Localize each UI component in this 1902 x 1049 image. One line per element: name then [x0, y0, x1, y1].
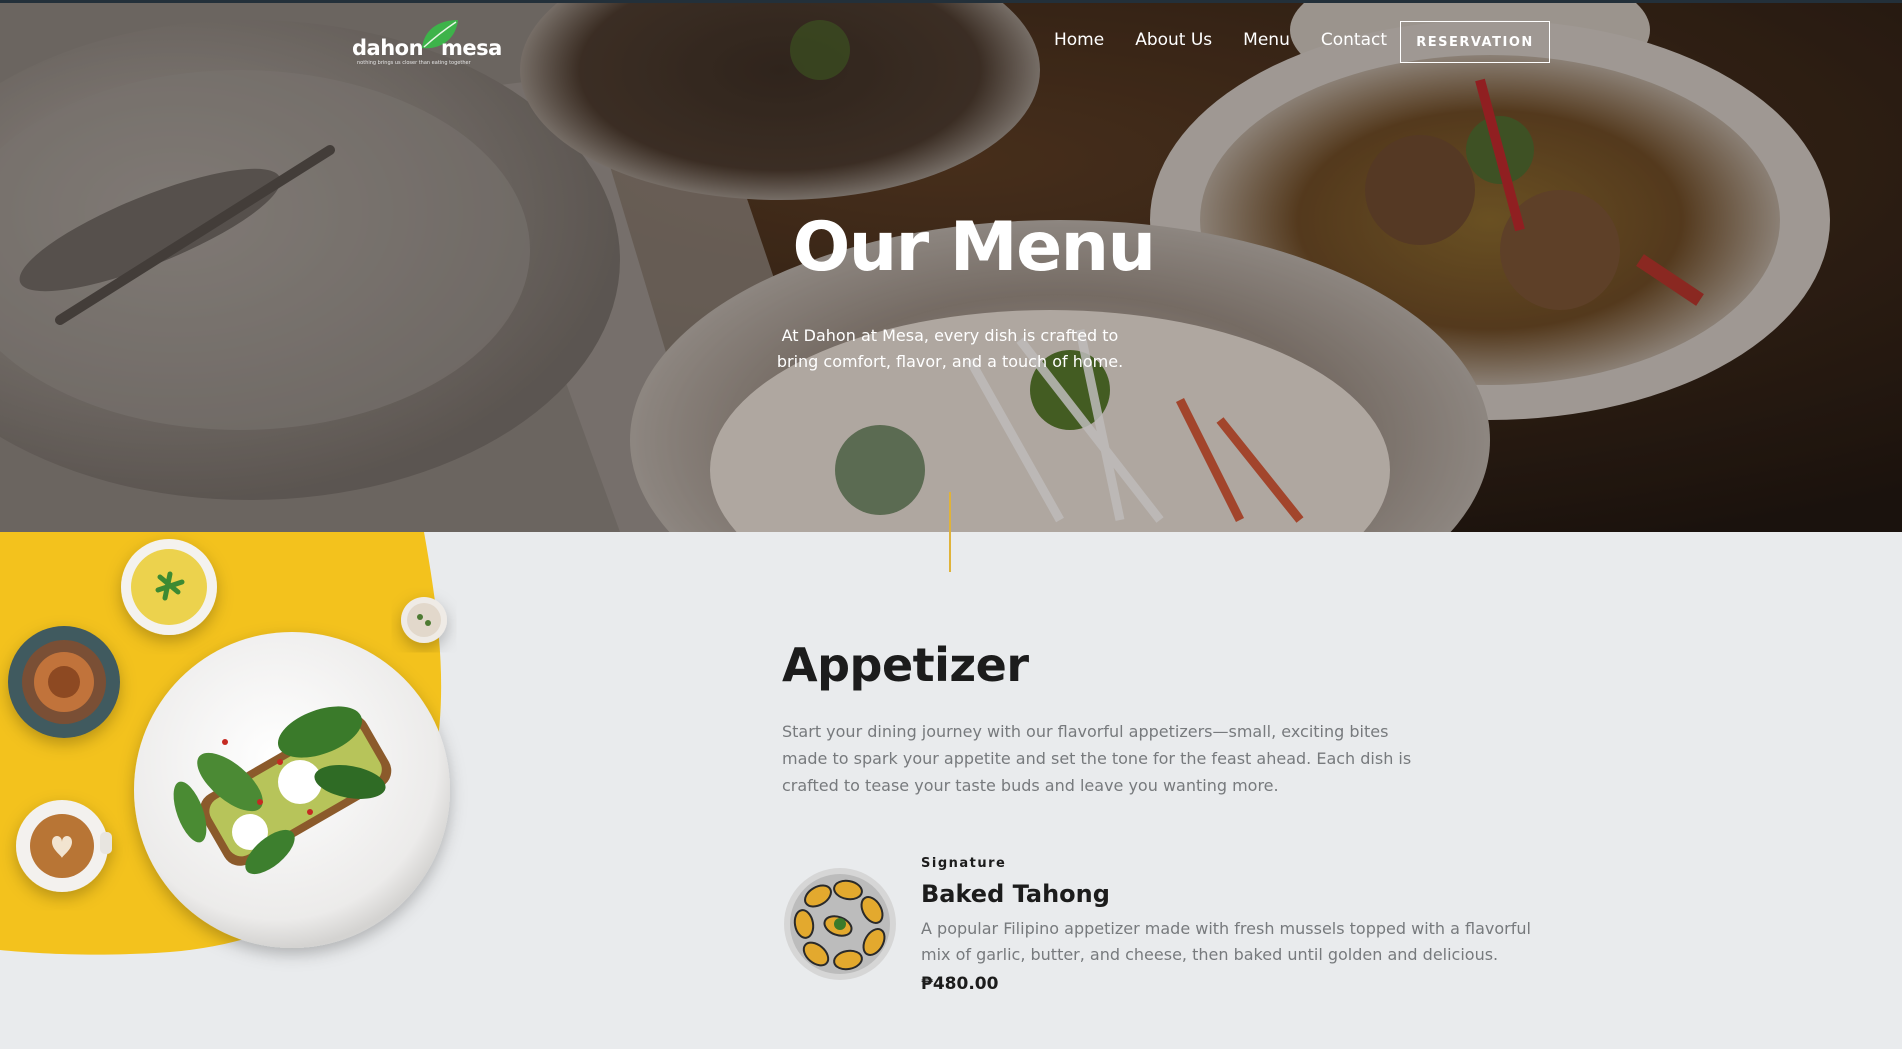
brand-logo[interactable]: dahon mesa nothing brings us closer than …	[352, 18, 502, 68]
logo-wordmark: dahon mesa	[352, 36, 502, 60]
food-decor-graphic	[0, 532, 450, 955]
dish-image	[784, 868, 896, 980]
logo-word-dahon: dahon	[352, 36, 424, 60]
menu-item[interactable]: Signature Baked Tahong A popular Filipin…	[782, 856, 1562, 1006]
main-nav: Home About Us Menu Contact	[1054, 30, 1418, 50]
nav-home[interactable]: Home	[1054, 30, 1104, 50]
logo-word-mesa: mesa	[441, 36, 502, 60]
section-description: Start your dining journey with our flavo…	[782, 722, 1412, 795]
dish-description: A popular Filipino appetizer made with f…	[921, 919, 1531, 964]
section-title: Appetizer	[782, 638, 1029, 692]
hero-banner: dahon mesa nothing brings us closer than …	[0, 0, 1902, 532]
dish-price: ₱480.00	[921, 974, 999, 994]
nav-menu[interactable]: Menu	[1243, 30, 1290, 50]
hero-subtitle: At Dahon at Mesa, every dish is crafted …	[776, 326, 1124, 371]
nav-contact[interactable]: Contact	[1321, 30, 1387, 50]
logo-tagline: nothing brings us closer than eating tog…	[357, 60, 471, 66]
page-title: Our Menu	[792, 208, 1156, 287]
gold-divider-line	[949, 492, 951, 572]
dish-name: Baked Tahong	[921, 880, 1110, 908]
top-border	[0, 0, 1902, 3]
reservation-button[interactable]: RESERVATION	[1400, 21, 1550, 63]
dish-tag: Signature	[921, 856, 1007, 871]
nav-about-us[interactable]: About Us	[1135, 30, 1212, 50]
